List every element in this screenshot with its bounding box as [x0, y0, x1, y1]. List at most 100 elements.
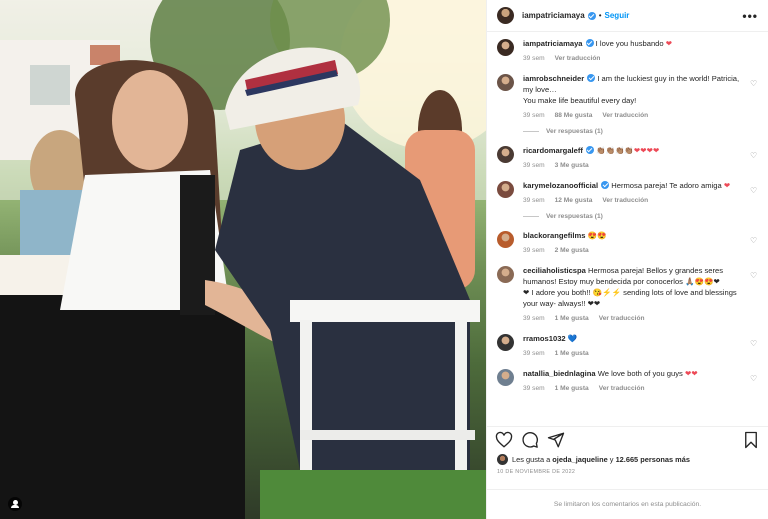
comment-meta: 39 sem 1 Me gusta Ver traducción [523, 383, 740, 394]
post-date[interactable]: 10 DE NOVIEMBRE DE 2022 [487, 465, 768, 475]
verified-badge-icon [587, 11, 596, 20]
liker-avatar[interactable] [497, 454, 508, 465]
comment-text: Hermosa pareja! Te adoro amiga [611, 181, 722, 190]
post-dialog: iampatriciamaya • Seguir ••• iampatricia… [0, 0, 768, 519]
comment-username[interactable]: iampatriciamaya [523, 39, 583, 48]
translate-link[interactable]: Ver traducción [602, 197, 648, 204]
verified-badge-icon [587, 74, 596, 82]
likes-summary: Les gusta a ojeda_jaqueline y 12.665 per… [487, 452, 768, 465]
comment-like-heart-icon[interactable]: ♡ [750, 375, 758, 383]
comment-body: natallia_biednlagina We love both of you… [523, 368, 758, 394]
comment-username[interactable]: blackorangefilms [523, 231, 585, 240]
bookmark-icon[interactable] [742, 431, 760, 449]
comment-like-heart-icon[interactable]: ♡ [750, 237, 758, 245]
translate-link[interactable]: Ver traducción [555, 55, 601, 62]
comment-body: iamrobschneider I am the luckiest guy in… [523, 73, 758, 121]
separator-dot: • [598, 11, 602, 20]
comment-meta: 39 sem 3 Me gusta [523, 160, 740, 171]
comment-meta: 39 sem 2 Me gusta [523, 245, 740, 256]
commenter-avatar[interactable] [497, 231, 514, 248]
comment-likes[interactable]: 88 Me gusta [555, 112, 593, 119]
action-bar [487, 426, 768, 452]
comment-meta: 39 sem Ver traducción [523, 53, 740, 64]
comment-like-heart-icon[interactable]: ♡ [750, 187, 758, 195]
post-photo[interactable] [0, 0, 486, 519]
comment-username[interactable]: rramos1032 [523, 334, 566, 343]
comment-time[interactable]: 39 sem [523, 197, 545, 204]
translate-link[interactable]: Ver traducción [599, 385, 645, 392]
commenter-avatar[interactable] [497, 266, 514, 283]
comment-body: blackorangefilms 😍😍 39 sem 2 Me gusta [523, 230, 758, 256]
comment-item: rramos1032 💙 39 sem 1 Me gusta ♡ [497, 333, 758, 359]
follow-button[interactable]: Seguir [605, 11, 630, 20]
comment-like-heart-icon[interactable]: ♡ [750, 152, 758, 160]
comment-item: karymelozanoofficial Hermosa pareja! Te … [497, 180, 758, 206]
comment-username[interactable]: ricardomargaleff [523, 146, 583, 155]
comment-meta: 39 sem 12 Me gusta Ver traducción [523, 195, 740, 206]
comment-likes[interactable]: 1 Me gusta [555, 315, 589, 322]
comment-time[interactable]: 39 sem [523, 350, 545, 357]
comment-meta: 39 sem 88 Me gusta Ver traducción [523, 110, 740, 121]
comment-emoji: 😍😍 [587, 231, 607, 240]
commenter-avatar[interactable] [497, 146, 514, 163]
comment-meta: 39 sem 1 Me gusta [523, 348, 740, 359]
author-username[interactable]: iampatriciamaya [522, 11, 585, 20]
comment-username[interactable]: ceciliaholisticspa [523, 266, 586, 275]
view-replies-button[interactable]: Ver respuestas (1) [523, 128, 758, 135]
commenter-avatar[interactable] [497, 369, 514, 386]
author-avatar[interactable] [497, 7, 514, 24]
comment-username[interactable]: karymelozanoofficial [523, 181, 598, 190]
comment-icon[interactable] [521, 431, 539, 449]
likes-middle: y [609, 455, 614, 464]
comment-like-heart-icon[interactable]: ♡ [750, 340, 758, 348]
comments-list: iampatriciamaya I love you husbando ❤ 39 … [487, 32, 768, 426]
comment-like-heart-icon[interactable]: ♡ [750, 80, 758, 88]
comment-body: rramos1032 💙 39 sem 1 Me gusta [523, 333, 758, 359]
comment-body: iampatriciamaya I love you husbando ❤ 39 … [523, 38, 758, 64]
comment-item: natallia_biednlagina We love both of you… [497, 368, 758, 394]
user-tag-icon[interactable] [8, 497, 22, 511]
comment-username[interactable]: iamrobschneider [523, 74, 584, 83]
comment-username[interactable]: natallia_biednlagina [523, 369, 596, 378]
post-header: iampatriciamaya • Seguir ••• [487, 0, 768, 32]
comment-item: ricardomargaleff 👏🏽👏🏽👏🏽👏🏽❤❤❤❤ 39 sem 3 Me … [497, 145, 758, 171]
verified-badge-icon [585, 146, 594, 154]
verified-badge-icon [601, 181, 610, 189]
comment-like-heart-icon[interactable]: ♡ [750, 272, 758, 280]
liker-username[interactable]: ojeda_jaqueline [552, 455, 607, 464]
comment-emoji: ❤ [723, 181, 731, 190]
comment-likes[interactable]: 1 Me gusta [555, 385, 589, 392]
verified-badge-icon [585, 39, 594, 47]
comment-text-continued: You make life beautiful every day! [523, 96, 637, 105]
comment-meta: 39 sem 1 Me gusta Ver traducción [523, 313, 740, 324]
view-replies-button[interactable]: Ver respuestas (1) [523, 213, 758, 220]
comment-likes[interactable]: 1 Me gusta [555, 350, 589, 357]
comment-likes[interactable]: 12 Me gusta [555, 197, 593, 204]
comment-item: iamrobschneider I am the luckiest guy in… [497, 73, 758, 121]
comment-time[interactable]: 39 sem [523, 385, 545, 392]
comment-time[interactable]: 39 sem [523, 112, 545, 119]
comment-likes[interactable]: 3 Me gusta [555, 162, 589, 169]
comment-body: karymelozanoofficial Hermosa pareja! Te … [523, 180, 758, 206]
share-icon[interactable] [547, 431, 565, 449]
likes-count[interactable]: 12.665 personas más [616, 455, 690, 464]
comment-time[interactable]: 39 sem [523, 315, 545, 322]
commenter-avatar[interactable] [497, 334, 514, 351]
commenter-avatar[interactable] [497, 74, 514, 91]
comment-emoji: ❤❤ [684, 369, 698, 378]
comment-time[interactable]: 39 sem [523, 162, 545, 169]
comment-item: blackorangefilms 😍😍 39 sem 2 Me gusta ♡ [497, 230, 758, 256]
comment-text: I love you husbando [595, 39, 664, 48]
comment-emoji: ❤ [665, 39, 673, 48]
translate-link[interactable]: Ver traducción [602, 112, 648, 119]
comment-text-continued: ❤ I adore you both!! 😘⚡⚡ sending lots of… [523, 288, 737, 308]
comment-time[interactable]: 39 sem [523, 55, 545, 62]
comment-likes[interactable]: 2 Me gusta [555, 247, 589, 254]
more-options-icon[interactable]: ••• [742, 9, 758, 23]
commenter-avatar[interactable] [497, 181, 514, 198]
translate-link[interactable]: Ver traducción [599, 315, 645, 322]
comment-item: ceciliaholisticspa Hermosa pareja! Bello… [497, 265, 758, 324]
commenter-avatar[interactable] [497, 39, 514, 56]
heart-icon[interactable] [495, 431, 513, 449]
comment-time[interactable]: 39 sem [523, 247, 545, 254]
